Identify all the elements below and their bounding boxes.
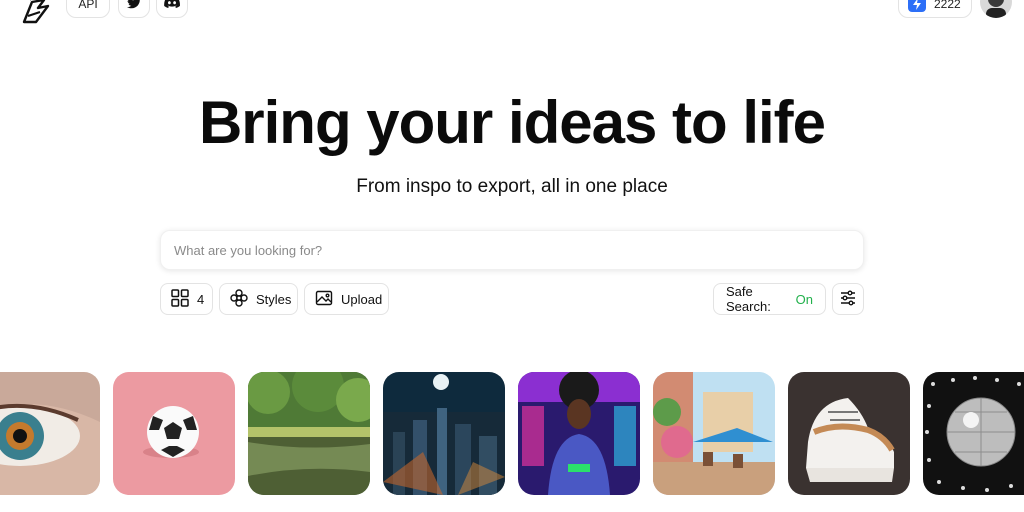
gallery-image-eye[interactable] bbox=[0, 372, 100, 495]
credits-count: 2222 bbox=[934, 0, 961, 11]
credits-badge[interactable]: 2222 bbox=[898, 0, 972, 18]
hero-subtitle: From inspo to export, all in one place bbox=[356, 176, 668, 197]
twitter-button[interactable] bbox=[118, 0, 150, 18]
twitter-icon bbox=[126, 0, 142, 13]
image-count-button[interactable]: 4 bbox=[160, 283, 213, 315]
upload-label: Upload bbox=[341, 291, 383, 307]
avatar[interactable] bbox=[980, 0, 1012, 18]
safe-search-value: On bbox=[795, 291, 813, 307]
discord-icon bbox=[164, 0, 180, 12]
upload-button[interactable]: Upload bbox=[304, 283, 389, 315]
lightning-icon bbox=[908, 0, 926, 12]
flower-icon bbox=[230, 288, 248, 310]
top-navigation: API 2222 bbox=[0, 0, 1024, 30]
gallery-image-night-city[interactable] bbox=[383, 372, 505, 495]
gallery-image-disco-ball[interactable] bbox=[923, 372, 1024, 495]
search-input[interactable] bbox=[161, 231, 863, 269]
gallery-image-cafe-street[interactable] bbox=[653, 372, 775, 495]
image-count-label: 4 bbox=[197, 291, 205, 307]
sliders-icon bbox=[839, 289, 857, 310]
api-label: API bbox=[78, 0, 98, 11]
safe-search-label: Safe Search: bbox=[726, 284, 771, 314]
image-icon bbox=[315, 289, 333, 310]
gallery-image-sneaker[interactable] bbox=[788, 372, 910, 495]
gallery-image-neon-portrait[interactable] bbox=[518, 372, 640, 495]
hero-title: Bring your ideas to life bbox=[198, 89, 826, 156]
api-button[interactable]: API bbox=[66, 0, 110, 18]
styles-label: Styles bbox=[256, 291, 292, 307]
discord-button[interactable] bbox=[156, 0, 188, 18]
grid-icon bbox=[171, 288, 189, 310]
search-box[interactable] bbox=[160, 230, 864, 270]
gallery-image-lake-forest[interactable] bbox=[248, 372, 370, 495]
filter-button[interactable] bbox=[832, 283, 864, 315]
styles-button[interactable]: Styles bbox=[219, 283, 298, 315]
safe-search-toggle[interactable]: Safe Search: On bbox=[713, 283, 826, 315]
gallery-image-soccer-ball[interactable] bbox=[113, 372, 235, 495]
logo-icon[interactable] bbox=[14, 0, 54, 28]
